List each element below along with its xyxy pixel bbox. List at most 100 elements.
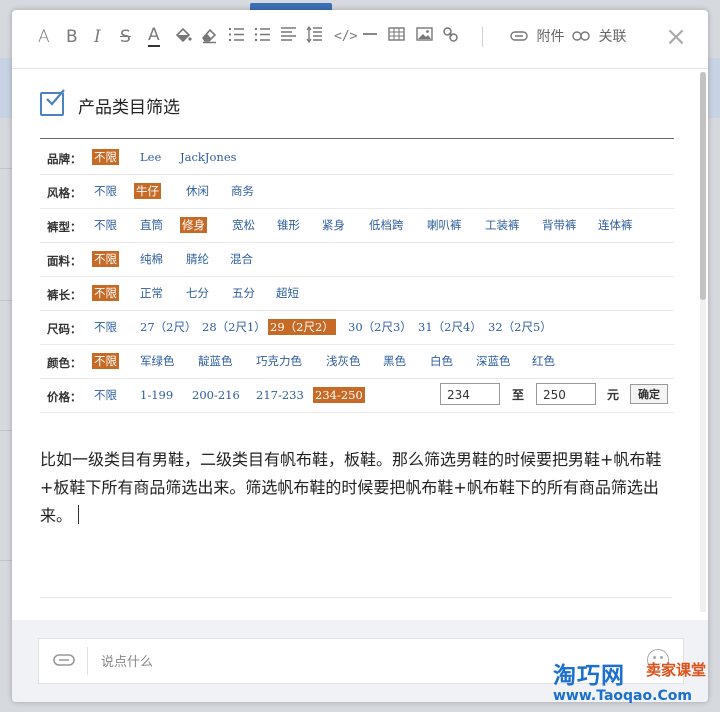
filter-option: 1-199 <box>140 388 174 402</box>
filter-row-label: 面料： <box>47 254 82 268</box>
image-icon[interactable] <box>416 26 433 48</box>
price-unit-label: 元 <box>607 388 620 402</box>
filter-option: 低档跨 <box>369 218 404 232</box>
filter-option: 靛蓝色 <box>198 354 233 368</box>
italic-icon[interactable]: I <box>94 26 101 48</box>
comment-input[interactable] <box>99 639 583 685</box>
filter-option-selected: 不限 <box>92 149 119 165</box>
comment-footer <box>12 620 708 702</box>
filter-option: 五分 <box>232 286 255 300</box>
eraser-icon[interactable] <box>200 26 218 48</box>
filter-option: 不限 <box>94 388 117 402</box>
text-color-a-icon[interactable]: A <box>38 26 50 48</box>
task-editor-modal: A B I S A </> 附件 关联 × 产品类目筛选 品牌： 不限 Lee … <box>12 10 708 702</box>
filter-row: 面料： 不限 纯棉 腈纶 混合 <box>40 243 674 277</box>
filter-option: 不限 <box>94 184 117 198</box>
strikethrough-icon[interactable]: S <box>120 26 131 48</box>
fill-bucket-icon[interactable] <box>174 26 192 48</box>
filter-option-selected: 不限 <box>92 251 119 267</box>
task-checkbox[interactable] <box>40 89 65 116</box>
filter-option: 深蓝色 <box>476 354 511 368</box>
filter-option: 超短 <box>276 286 299 300</box>
filter-option: 直筒 <box>140 218 163 232</box>
paperclip-icon[interactable] <box>53 651 75 671</box>
horizontal-rule-icon[interactable] <box>362 26 378 48</box>
filter-row: 品牌： 不限 Lee JackJones <box>40 141 674 175</box>
bullet-list-icon[interactable] <box>254 26 271 48</box>
filter-row-label: 尺码： <box>47 322 82 336</box>
filter-option: 217-233 <box>256 388 304 402</box>
filter-option: 巧克力色 <box>256 354 302 368</box>
filter-option: 连体裤 <box>598 218 633 232</box>
task-description-text: 比如一级类目有男鞋，二级类目有帆布鞋，板鞋。那么筛选男鞋的时候要把男鞋+帆布鞋+… <box>40 450 662 525</box>
filter-option-selected: 29（2尺2） <box>268 319 336 335</box>
chain-link-icon <box>572 29 594 45</box>
line-spacing-icon[interactable] <box>306 25 323 48</box>
table-icon[interactable] <box>388 26 405 48</box>
filter-option: 红色 <box>532 354 555 368</box>
filter-option: 不限 <box>94 218 117 232</box>
filter-row: 裤长： 不限 正常 七分 五分 超短 <box>40 277 674 311</box>
filter-option: 浅灰色 <box>326 354 361 368</box>
filter-row-label: 裤长： <box>47 288 82 302</box>
filter-row: 颜色： 不限 军绿色 靛蓝色 巧克力色 浅灰色 黑色 白色 深蓝色 红色 <box>40 345 674 379</box>
filter-option-selected: 修身 <box>180 217 207 233</box>
background-row-divider <box>0 560 12 561</box>
align-icon[interactable] <box>280 26 297 48</box>
filter-option: 黑色 <box>383 354 406 368</box>
filter-option-selected: 不限 <box>92 353 119 369</box>
filter-option-selected: 不限 <box>92 285 119 301</box>
filter-option: 喇叭裤 <box>427 218 462 232</box>
filter-option: 工装裤 <box>485 218 520 232</box>
comment-divider <box>87 647 88 675</box>
ordered-list-icon[interactable] <box>228 26 245 48</box>
filter-option: Lee <box>140 150 162 164</box>
filter-row-label: 颜色： <box>47 356 82 370</box>
checkmark-icon <box>46 89 65 106</box>
content-divider <box>40 597 672 598</box>
filter-option: 白色 <box>430 354 453 368</box>
attachment-label: 附件 <box>536 29 565 45</box>
filter-row: 尺码： 不限 27（2尺） 28（2尺1） 29（2尺2） 30（2尺3） 31（2尺4） 3… <box>40 311 674 345</box>
emoji-icon[interactable] <box>647 649 669 671</box>
scrollbar[interactable] <box>700 72 706 612</box>
filter-option: 28（2尺1） <box>202 320 266 334</box>
filter-row: 风格： 不限 牛仔 休闲 商务 <box>40 175 674 209</box>
filter-option: 休闲 <box>186 184 209 198</box>
filter-option: 27（2尺） <box>140 320 197 334</box>
filter-option-selected: 牛仔 <box>134 183 161 199</box>
filter-row: 价格： 不限 1-199 200-216 217-233 234-250 234 至 250 元确… <box>40 379 674 413</box>
task-title[interactable]: 产品类目筛选 <box>78 93 180 118</box>
task-description[interactable]: 比如一级类目有男鞋，二级类目有帆布鞋，板鞋。那么筛选男鞋的时候要把男鞋+帆布鞋+… <box>40 446 672 530</box>
filter-row-label: 品牌： <box>47 152 82 166</box>
attachment-button[interactable]: 附件 <box>510 27 564 47</box>
bold-icon[interactable]: B <box>66 26 78 48</box>
filter-option-selected: 234-250 <box>313 387 365 403</box>
background-row-divider <box>0 300 12 301</box>
filter-option: 锥形 <box>277 218 300 232</box>
filter-option: 背带裤 <box>542 218 577 232</box>
editor-toolbar: A B I S A </> 附件 关联 × <box>12 10 708 69</box>
relate-button[interactable]: 关联 <box>572 27 626 47</box>
underline-icon[interactable]: A <box>148 26 160 47</box>
comment-box <box>38 638 684 685</box>
filter-option: 混合 <box>230 252 253 266</box>
scrollbar-thumb[interactable] <box>700 72 706 300</box>
filter-option: JackJones <box>180 150 237 164</box>
code-icon[interactable]: </> <box>334 26 357 48</box>
text-caret <box>78 505 80 524</box>
filter-option: 31（2尺4） <box>418 320 482 334</box>
filter-option: 宽松 <box>232 218 255 232</box>
filter-option: 商务 <box>231 184 254 198</box>
background-row-divider <box>0 168 12 169</box>
close-icon[interactable]: × <box>664 24 688 50</box>
filter-option: 纯棉 <box>140 252 163 266</box>
filter-row: 裤型： 不限 直筒 修身 宽松 锥形 紧身 低档跨 喇叭裤 工装裤 背带裤 连体裤 <box>40 209 674 243</box>
link-icon[interactable] <box>442 26 459 48</box>
filter-row-label: 裤型： <box>47 220 82 234</box>
filter-option: 七分 <box>186 286 209 300</box>
paperclip-icon <box>510 29 532 45</box>
filter-option: 不限 <box>94 320 117 334</box>
price-max-box: 250 <box>536 383 596 405</box>
filter-option: 军绿色 <box>140 354 175 368</box>
